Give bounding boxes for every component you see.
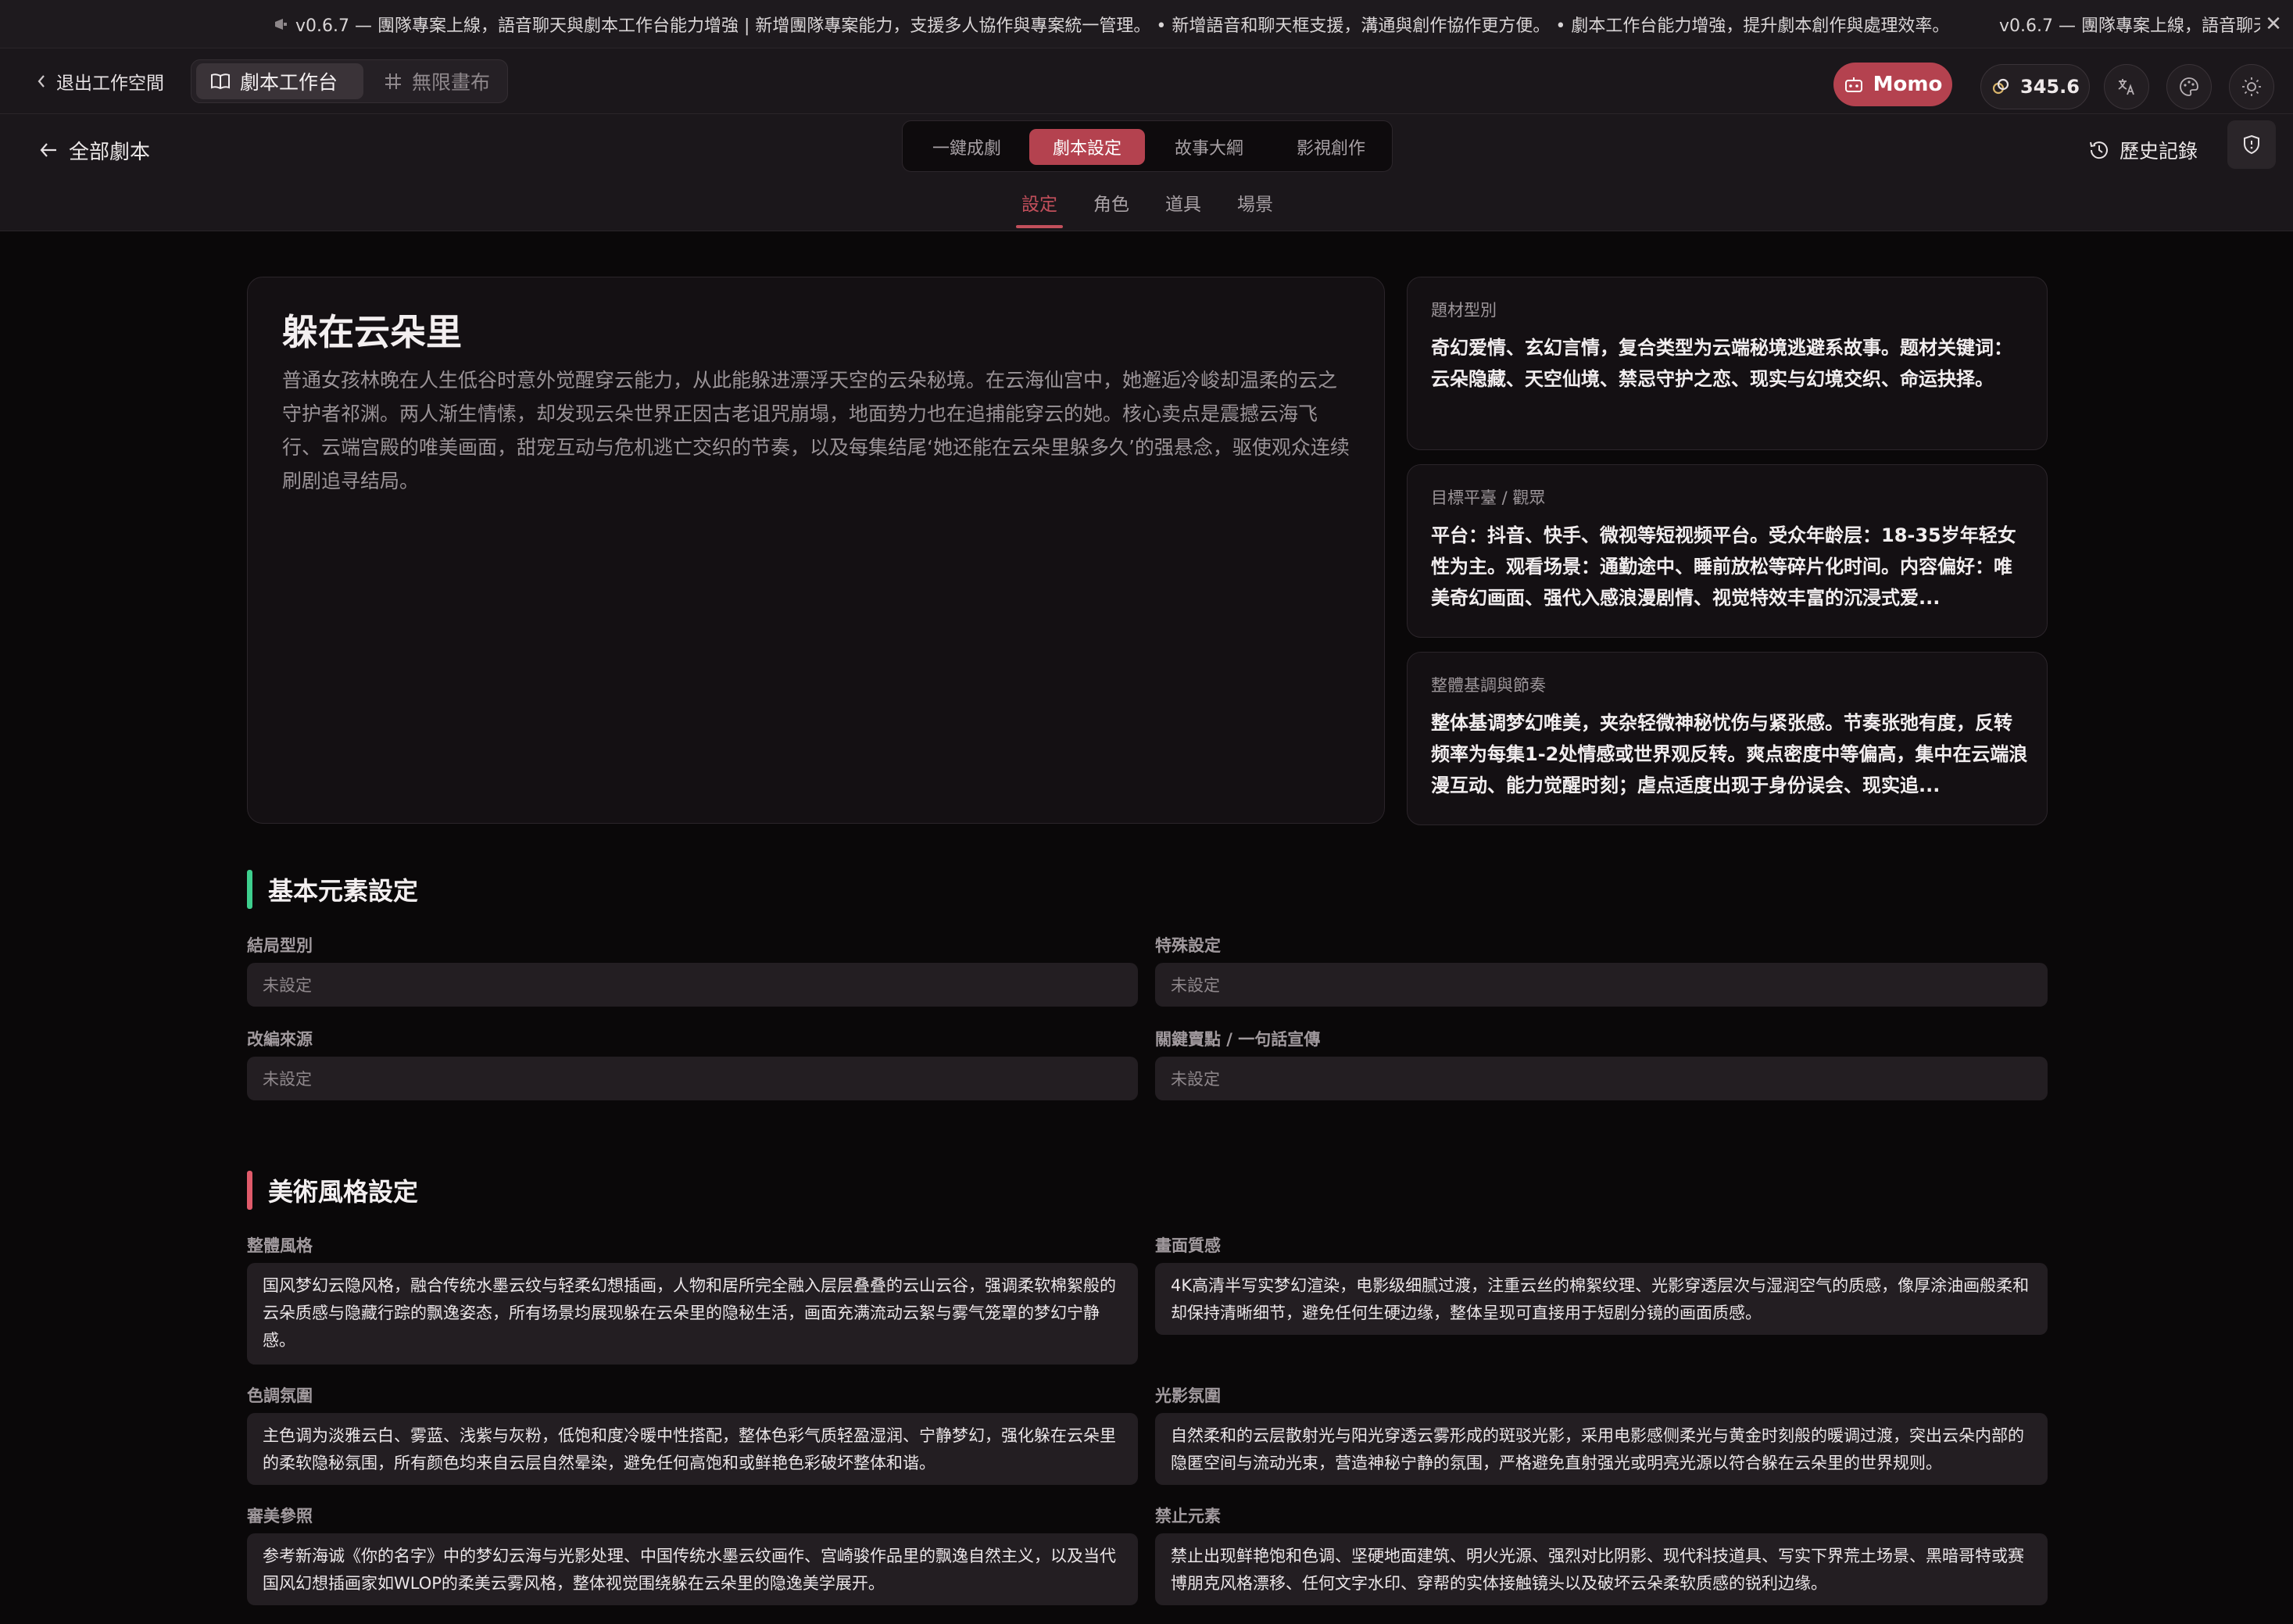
- history-clock-icon: [2090, 141, 2108, 159]
- subtab-props[interactable]: 道具: [1152, 189, 1214, 220]
- color-tone-field[interactable]: 主色调为淡雅云白、雾蓝、浅紫与灰粉，低饱和度冷暖中性搭配，整体色彩气质轻盈湿润、…: [247, 1413, 1138, 1485]
- tone-text: 整体基调梦幻唯美，夹杂轻微神秘忧伤与紧张感。节奏张弛有度，反转频率为每集1-2处…: [1431, 712, 2028, 796]
- lighting-label: 光影氛圍: [1155, 1386, 1221, 1405]
- adaptation-source-label: 改編來源: [247, 1030, 313, 1049]
- tab-infinite-canvas[interactable]: 無限畫布: [370, 63, 504, 99]
- chevron-left-icon: [38, 75, 45, 88]
- special-setting-label: 特殊設定: [1155, 936, 1221, 955]
- link-coin-icon: [1992, 78, 2009, 95]
- translate-button[interactable]: [2104, 64, 2149, 109]
- announcement-bar: v0.6.7 — 團隊專案上線，語音聊天與劇本工作台能力增強 | 新增團隊專案能…: [0, 0, 2293, 48]
- announcement-text: v0.6.7 — 團隊專案上線，語音聊天與劇本工作台能力增強 | 新增團隊專案能…: [295, 16, 1950, 36]
- overall-style-label: 整體風格: [247, 1236, 313, 1255]
- audience-text: 平台：抖音、快手、微视等短视频平台。受众年龄层：18-35岁年轻女性为主。观看场…: [1431, 524, 2016, 609]
- image-texture-field[interactable]: 4K高清半写实梦幻渲染，电影级细腻过渡，注重云丝的棉絮纹理、光影穿透层次与湿润空…: [1155, 1263, 2048, 1335]
- momo-label: Momo: [1873, 73, 1943, 96]
- credits-balance[interactable]: 345.6: [1980, 64, 2090, 109]
- announcement-text-repeat: v0.6.7 — 團隊專案上線，語音聊天與劇本工作台能力增強: [1999, 16, 2260, 36]
- history-label: 歷史記錄: [2120, 140, 2198, 163]
- grid-hash-icon: [385, 73, 401, 89]
- credits-value: 345.6: [2020, 76, 2080, 98]
- special-setting-field[interactable]: 未設定: [1155, 963, 2048, 1007]
- story-summary: 普通女孩林晚在人生低谷时意外觉醒穿云能力，从此能躲进漂浮天空的云朵秘境。在云海仙…: [282, 369, 1350, 492]
- tab-infinite-canvas-label: 無限畫布: [412, 71, 491, 94]
- ending-type-label: 結局型別: [247, 936, 313, 955]
- forbidden-elements-field[interactable]: 禁止出现鲜艳饱和色调、坚硬地面建筑、明火光源、强烈对比阴影、现代科技道具、写实下…: [1155, 1533, 2048, 1605]
- light-mode-button[interactable]: [2229, 64, 2274, 109]
- tab-one-click[interactable]: 一鍵成劇: [912, 129, 1021, 165]
- history-button[interactable]: 歷史記錄: [2088, 131, 2198, 169]
- aesthetic-reference-field[interactable]: 参考新海诚《你的名字》中的梦幻云海与光影处理、中国传统水墨云纹画作、宫崎骏作品里…: [247, 1533, 1138, 1605]
- genre-text: 奇幻爱情、玄幻言情，复合类型为云端秘境逃避系故事。题材关键词：云朵隐藏、天空仙境…: [1431, 337, 2012, 390]
- megaphone-icon: [275, 19, 287, 30]
- basic-section-heading: 基本元素設定: [247, 870, 418, 909]
- basic-section-accent: [247, 870, 252, 909]
- subtab-active-indicator: [1016, 225, 1063, 228]
- art-section-heading: 美術風格設定: [247, 1171, 418, 1210]
- tab-video-creation[interactable]: 影視創作: [1273, 129, 1389, 165]
- story-summary-card[interactable]: 躲在云朵里 普通女孩林晚在人生低谷时意外觉醒穿云能力，从此能躲进漂浮天空的云朵秘…: [247, 277, 1385, 824]
- back-to-all-scripts-label: 全部劇本: [69, 140, 151, 164]
- selling-point-label: 關鍵賣點 / 一句話宣傳: [1155, 1030, 1321, 1049]
- subtab-settings[interactable]: 設定: [1008, 189, 1071, 220]
- momo-button[interactable]: Momo: [1833, 63, 1952, 106]
- exit-workspace-label: 退出工作空間: [56, 73, 164, 94]
- workspace-tabs: 劇本工作台 無限畫布: [191, 59, 508, 103]
- close-icon[interactable]: ✕: [2262, 13, 2285, 36]
- overall-style-field[interactable]: 国风梦幻云隐风格，融合传统水墨云纹与轻柔幻想插画，人物和居所完全融入层层叠叠的云…: [247, 1263, 1138, 1365]
- translate-icon: [2118, 79, 2134, 95]
- back-to-all-scripts-button[interactable]: 全部劇本: [39, 131, 150, 169]
- script-nav: 全部劇本 一鍵成劇 劇本設定 故事大綱 影視創作 歷史記錄 設定 角色 道具 場…: [0, 114, 2293, 231]
- shield-button[interactable]: [2227, 120, 2276, 169]
- aesthetic-reference-label: 審美參照: [247, 1507, 313, 1526]
- book-icon: [211, 73, 230, 90]
- image-texture-label: 畫面質感: [1155, 1236, 1221, 1255]
- tab-script-workbench[interactable]: 劇本工作台: [196, 63, 363, 99]
- tone-card[interactable]: 整體基調與節奏 整体基调梦幻唯美，夹杂轻微神秘忧伤与紧张感。节奏张弛有度，反转频…: [1407, 652, 2048, 825]
- sun-icon: [2242, 77, 2261, 96]
- robot-icon: [1844, 77, 1862, 92]
- forbidden-elements-label: 禁止元素: [1155, 1507, 1221, 1526]
- tab-script-workbench-label: 劇本工作台: [240, 71, 338, 94]
- subtab-characters[interactable]: 角色: [1080, 189, 1143, 220]
- announcement-marquee-repeat: v0.6.7 — 團隊專案上線，語音聊天與劇本工作台能力增強: [1994, 0, 2260, 48]
- subtab-scenes[interactable]: 場景: [1224, 189, 1286, 220]
- genre-card[interactable]: 題材型別 奇幻爱情、玄幻言情，复合类型为云端秘境逃避系故事。题材关键词：云朵隐藏…: [1407, 277, 2048, 450]
- story-title: 躲在云朵里: [282, 311, 462, 353]
- theme-palette-button[interactable]: [2166, 64, 2212, 109]
- palette-icon: [2180, 77, 2198, 96]
- basic-section-title: 基本元素設定: [268, 876, 419, 906]
- shield-icon: [2244, 134, 2259, 155]
- adaptation-source-field[interactable]: 未設定: [247, 1057, 1138, 1100]
- tab-story-outline[interactable]: 故事大綱: [1151, 129, 1267, 165]
- audience-card[interactable]: 目標平臺 / 觀眾 平台：抖音、快手、微视等短视频平台。受众年龄层：18-35岁…: [1407, 464, 2048, 638]
- color-tone-label: 色調氛圍: [247, 1386, 313, 1405]
- tab-script-settings[interactable]: 劇本設定: [1029, 129, 1145, 165]
- selling-point-field[interactable]: 未設定: [1155, 1057, 2048, 1100]
- mode-tabs: 一鍵成劇 劇本設定 故事大綱 影視創作: [902, 120, 1393, 172]
- exit-workspace-button[interactable]: 退出工作空間: [36, 64, 164, 98]
- arrow-left-icon: [40, 143, 56, 157]
- art-section-title: 美術風格設定: [268, 1177, 419, 1207]
- lighting-field[interactable]: 自然柔和的云层散射光与阳光穿透云雾形成的斑驳光影，采用电影感侧柔光与黄金时刻般的…: [1155, 1413, 2048, 1485]
- art-section-accent: [247, 1171, 252, 1210]
- ending-type-field[interactable]: 未設定: [247, 963, 1138, 1007]
- genre-label: 題材型別: [1431, 301, 1497, 320]
- audience-label: 目標平臺 / 觀眾: [1431, 488, 1546, 507]
- announcement-marquee: v0.6.7 — 團隊專案上線，語音聊天與劇本工作台能力增強 | 新增團隊專案能…: [274, 0, 1949, 48]
- tone-label: 整體基調與節奏: [1431, 676, 1546, 695]
